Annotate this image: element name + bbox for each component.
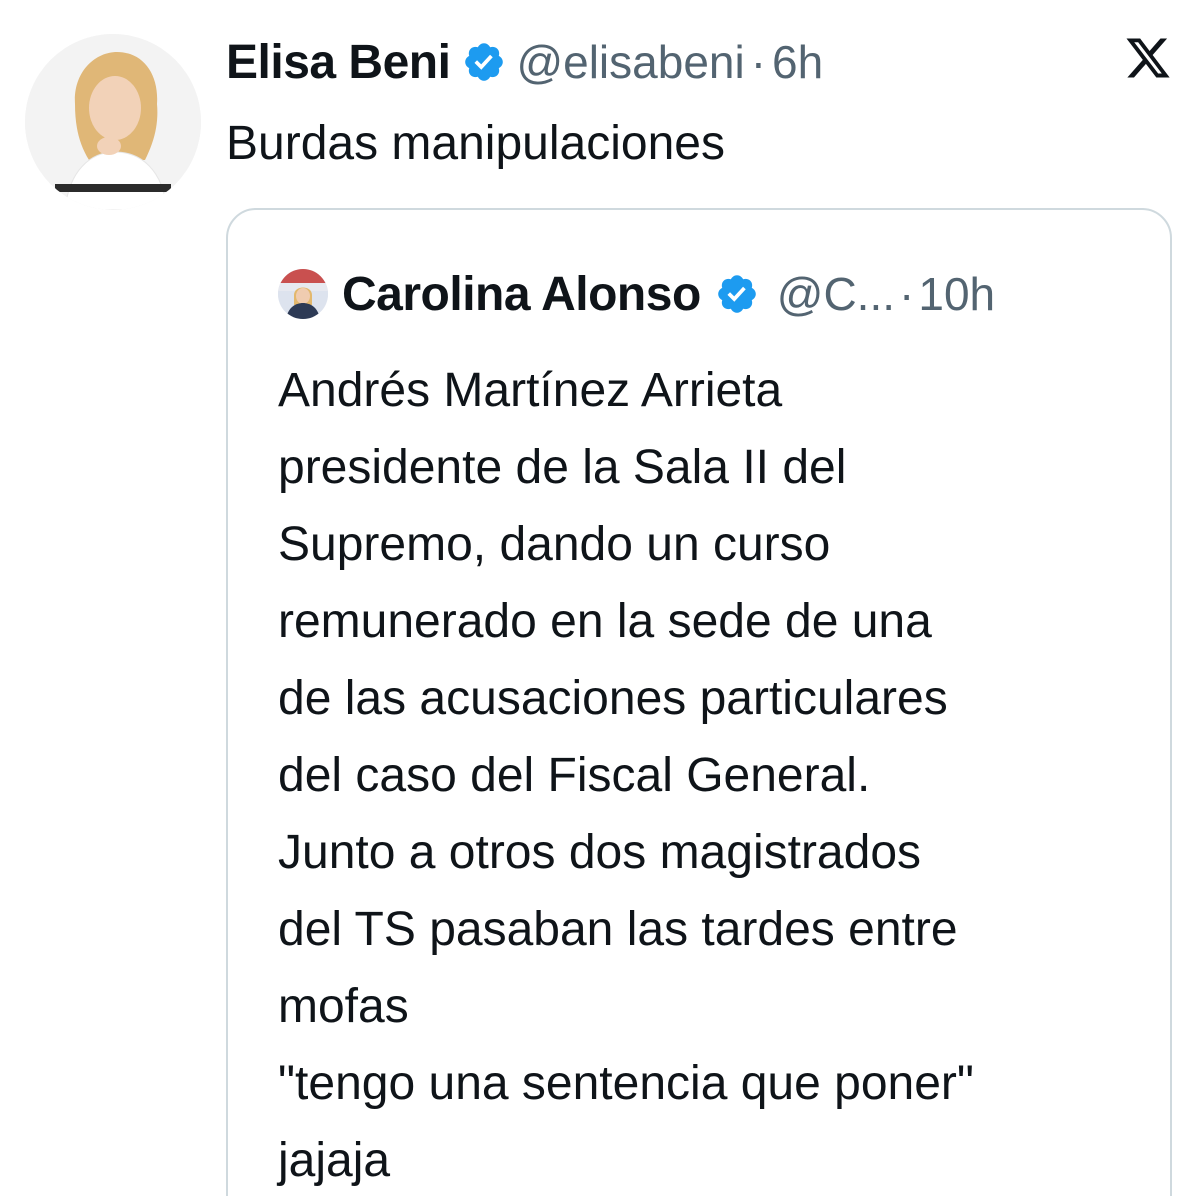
quoted-text-line: mofas [278, 980, 409, 1033]
author-name[interactable]: Elisa Beni [226, 35, 451, 90]
tweet-text: Burdas manipulaciones [226, 117, 725, 170]
person-photo-icon [278, 269, 328, 319]
quoted-text-line: Supremo, dando un curso [278, 518, 831, 571]
separator-dot: · [899, 268, 915, 320]
quoted-text-line: de las acusaciones particulares [278, 672, 948, 725]
quoted-author-name[interactable]: Carolina Alonso [342, 267, 701, 322]
quoted-text-line: remunerado en la sede de una [278, 595, 932, 648]
quoted-text-line: presidente de la Sala II del [278, 441, 847, 494]
separator-dot: · [750, 36, 767, 88]
quoted-text-line: Andrés Martínez Arrieta [278, 364, 783, 417]
author-handle[interactable]: @elisabeni [516, 35, 744, 89]
tweet-header: Elisa Beni @elisabeni · 6h [226, 30, 823, 94]
verified-badge-icon [715, 272, 759, 316]
quoted-tweet-text: Andrés Martínez Arrieta presidente de la… [278, 352, 1138, 1196]
x-logo-icon [1124, 34, 1172, 82]
quoted-text-line: "tengo una sentencia que poner" [278, 1057, 974, 1110]
quoted-text-line: jajaja [278, 1134, 391, 1187]
author-avatar[interactable] [25, 34, 201, 210]
person-photo-icon [25, 34, 201, 210]
quoted-tweet-time[interactable]: 10h [918, 267, 995, 321]
quoted-tweet-header: Carolina Alonso @C... · 10h [278, 264, 995, 324]
tweet: Elisa Beni @elisabeni · 6h Burdas manipu… [0, 0, 1200, 1196]
quoted-text-line: del caso del Fiscal General. [278, 749, 871, 802]
verified-badge-icon [462, 40, 506, 84]
quoted-text-line: Junto a otros dos magistrados [278, 826, 922, 879]
quoted-author-avatar[interactable] [278, 269, 328, 319]
tweet-time[interactable]: 6h [772, 35, 823, 89]
quoted-author-handle[interactable]: @C... [777, 267, 895, 321]
quoted-tweet-card[interactable]: Carolina Alonso @C... · 10h Andrés Martí… [226, 208, 1172, 1196]
quoted-text-line: del TS pasaban las tardes entre [278, 903, 958, 956]
